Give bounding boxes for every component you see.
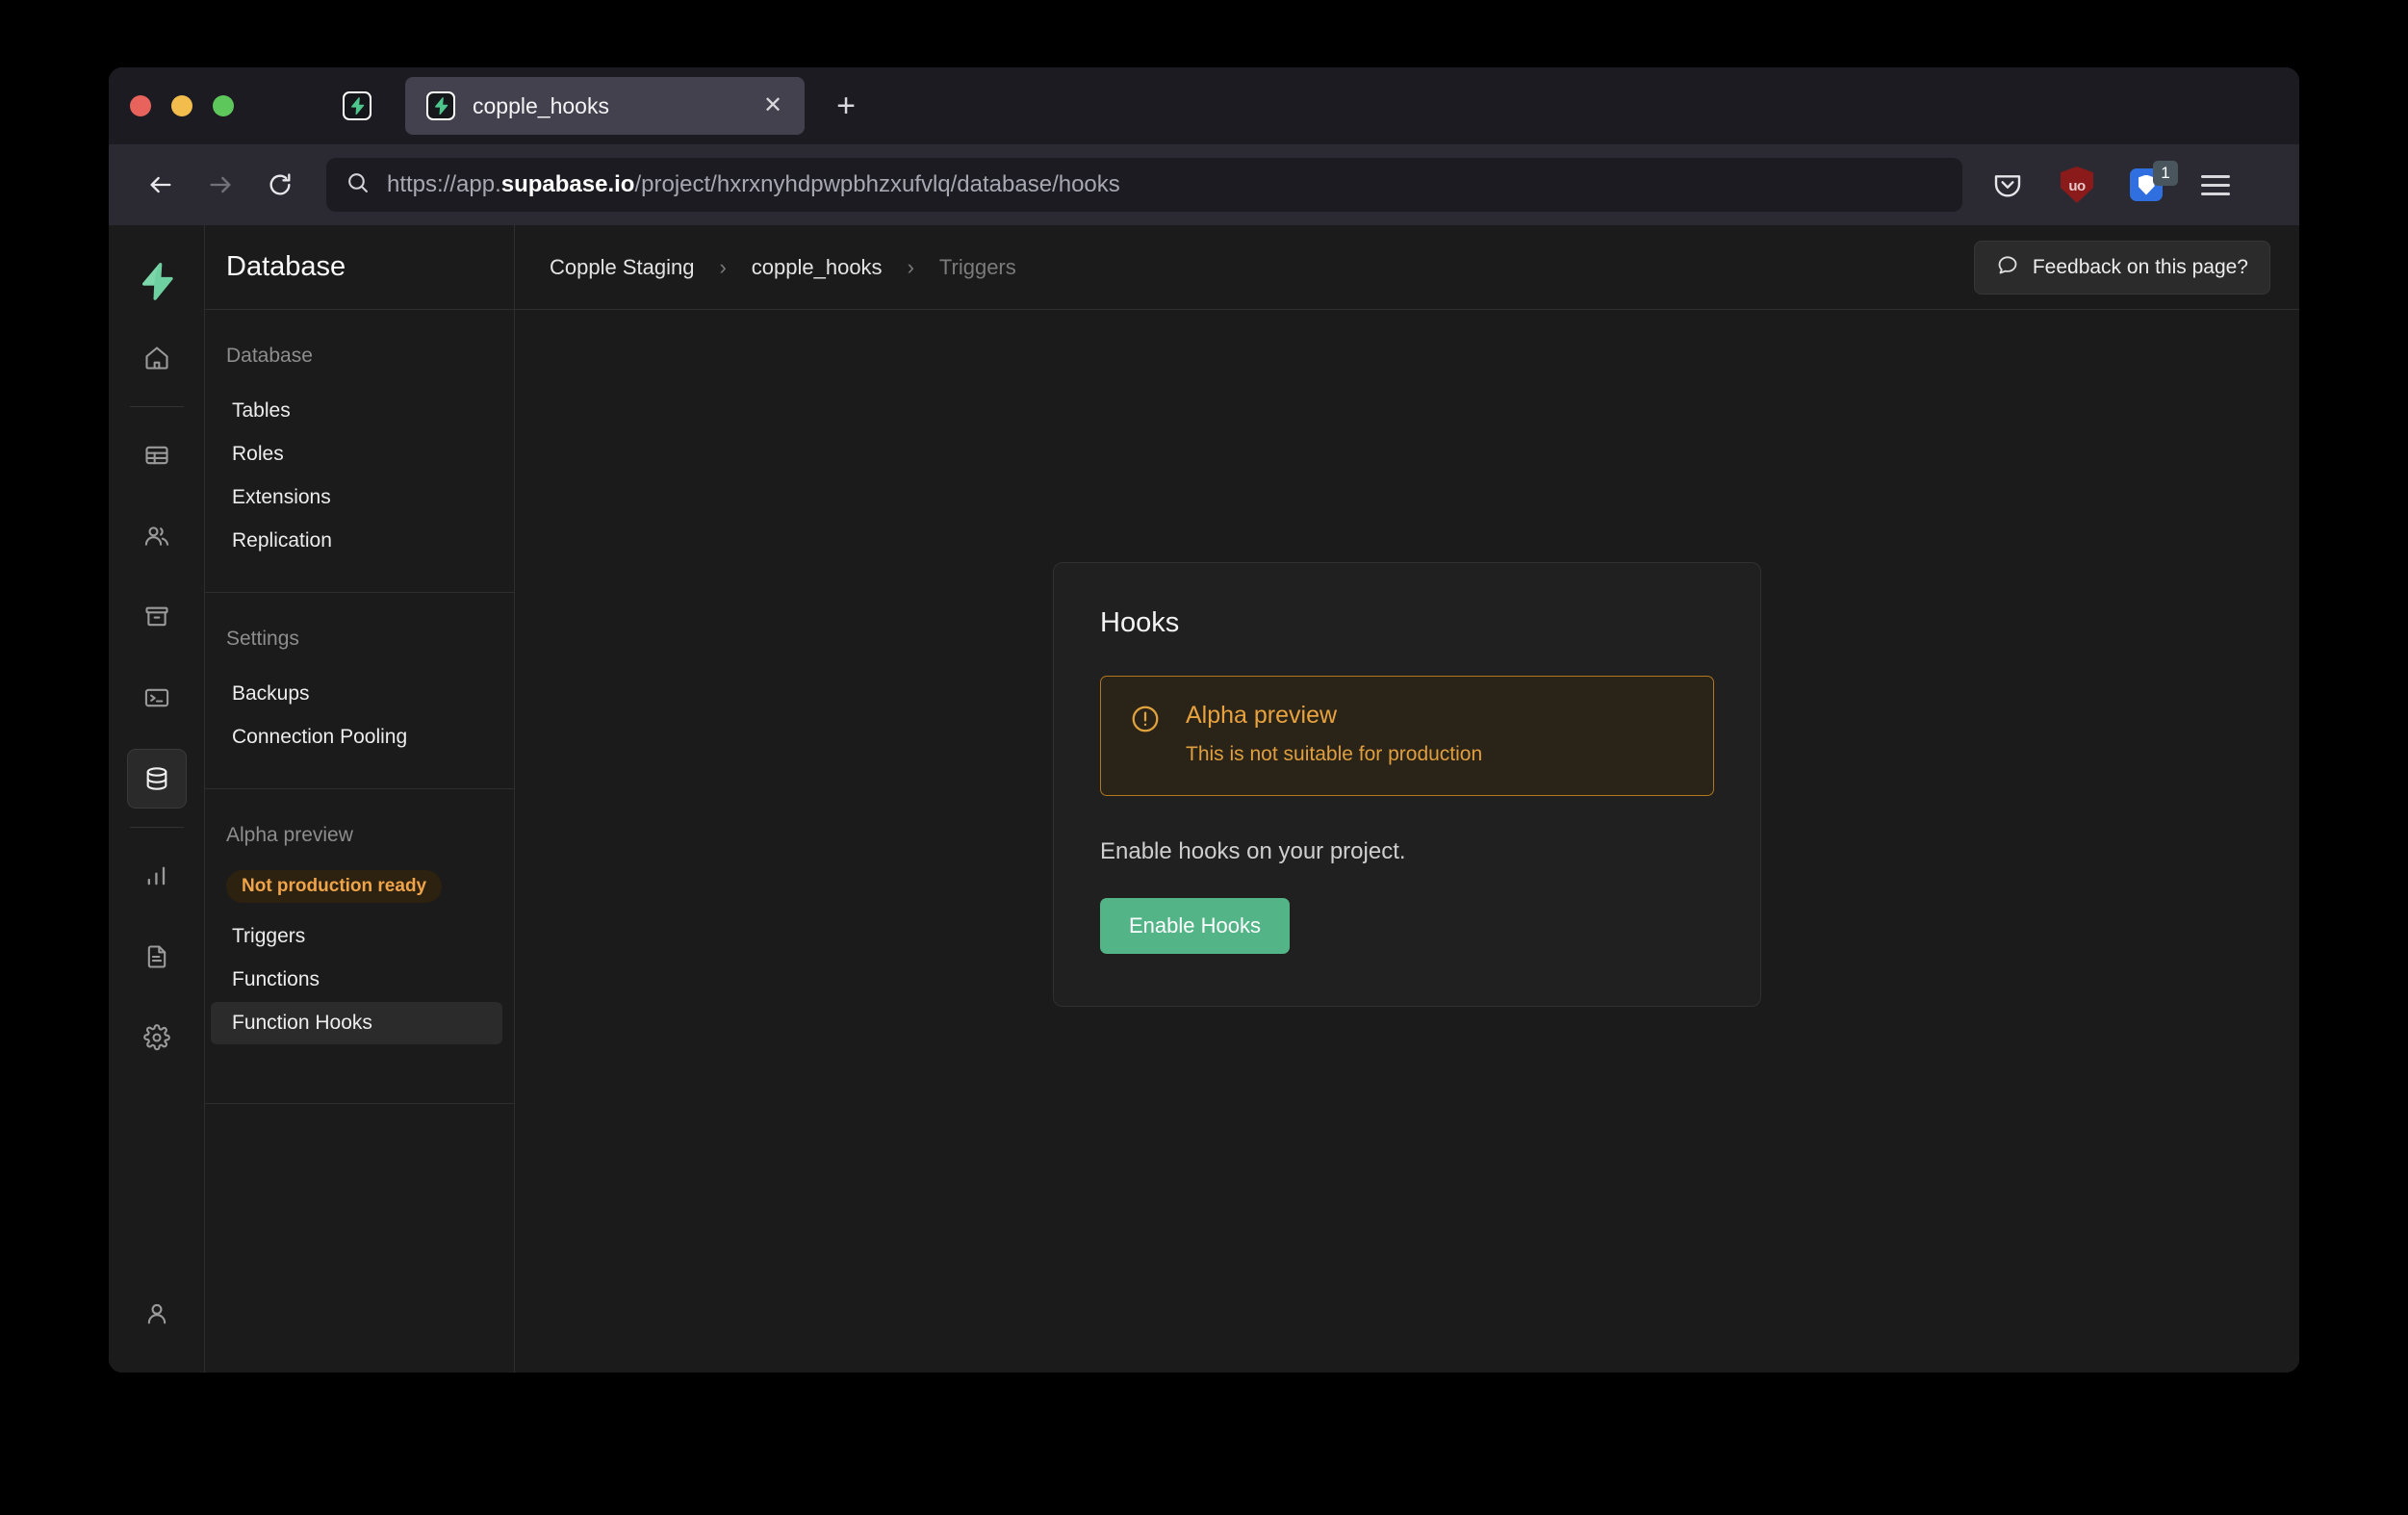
reload-button[interactable] xyxy=(255,160,305,210)
sidebar-item-backups[interactable]: Backups xyxy=(211,673,502,715)
secondary-nav: Database Database Tables Roles Extension… xyxy=(205,225,515,1373)
hooks-card: Hooks Alpha preview This is not suitable… xyxy=(1053,562,1761,1007)
alert-circle-icon xyxy=(1130,702,1161,766)
ublock-origin-icon[interactable]: uo xyxy=(2055,163,2099,207)
card-title: Hooks xyxy=(1100,607,1180,638)
sidebar-item-authentication[interactable] xyxy=(127,506,187,566)
sidebar-item-table-editor[interactable] xyxy=(127,425,187,485)
secondary-nav-header: Database xyxy=(205,225,514,310)
hamburger-menu-icon[interactable] xyxy=(2193,163,2238,207)
window-controls xyxy=(130,95,234,116)
supabase-bolt-icon xyxy=(426,91,455,120)
nav-group-label: Alpha preview xyxy=(226,824,353,846)
sidebar-item-logs[interactable] xyxy=(127,927,187,987)
page-title: Database xyxy=(226,251,346,282)
sidebar-item-account[interactable] xyxy=(127,1284,187,1344)
address-bar[interactable]: https://app.supabase.io/project/hxrxnyhd… xyxy=(326,158,1962,212)
close-tab-button[interactable]: ✕ xyxy=(758,91,787,120)
feedback-button-label: Feedback on this page? xyxy=(2032,255,2248,278)
sidebar-item-extensions[interactable]: Extensions xyxy=(211,476,502,519)
search-icon xyxy=(346,170,370,199)
browser-toolbar-icons: uo 1 xyxy=(1985,161,2238,207)
nav-group-label: Database xyxy=(226,345,313,367)
supabase-logo[interactable] xyxy=(109,244,204,318)
content-header: Copple Staging › copple_hooks › Triggers… xyxy=(515,225,2299,310)
extension-badge: 1 xyxy=(2153,161,2178,186)
forward-button[interactable] xyxy=(195,160,245,210)
breadcrumb-item-database[interactable]: copple_hooks xyxy=(752,255,883,280)
sidebar-item-triggers[interactable]: Triggers xyxy=(211,915,502,958)
feedback-button[interactable]: Feedback on this page? xyxy=(1973,240,2270,295)
shield-extension-icon[interactable]: 1 xyxy=(2124,161,2178,207)
browser-tab-copple-hooks[interactable]: copple_hooks ✕ xyxy=(405,77,805,135)
status-badge: Not production ready xyxy=(226,870,443,903)
breadcrumb: Copple Staging › copple_hooks › Triggers xyxy=(550,255,1016,280)
chevron-right-icon: › xyxy=(719,254,727,279)
alert-title: Alpha preview xyxy=(1186,702,1338,729)
sidebar-item-roles[interactable]: Roles xyxy=(211,433,502,475)
rail-divider xyxy=(129,827,184,828)
pinned-tab[interactable] xyxy=(330,79,384,133)
browser-nav-bar: https://app.supabase.io/project/hxrxnyhd… xyxy=(109,144,2299,225)
main-content: Copple Staging › copple_hooks › Triggers… xyxy=(515,225,2299,1373)
sidebar-item-function-hooks[interactable]: Function Hooks xyxy=(211,1002,502,1044)
url-text: https://app.supabase.io/project/hxrxnyhd… xyxy=(387,171,1120,197)
alert-description: This is not suitable for production xyxy=(1186,743,1483,765)
nav-tail xyxy=(205,1104,514,1373)
sidebar-item-database[interactable] xyxy=(126,749,187,809)
new-tab-button[interactable]: + xyxy=(826,86,866,126)
alpha-preview-alert: Alpha preview This is not suitable for p… xyxy=(1100,676,1714,796)
card-description: Enable hooks on your project. xyxy=(1100,838,1406,864)
sidebar-item-storage[interactable] xyxy=(127,587,187,647)
nav-group-settings: Settings Backups Connection Pooling xyxy=(205,593,514,789)
sidebar-item-tables[interactable]: Tables xyxy=(211,390,502,432)
browser-window: copple_hooks ✕ + https://app.supabase.io… xyxy=(109,67,2299,1373)
sidebar-item-functions[interactable]: Functions xyxy=(211,959,502,1001)
tab-title: copple_hooks xyxy=(473,92,609,118)
tab-strip: copple_hooks ✕ + xyxy=(109,67,2299,144)
breadcrumb-item-project[interactable]: Copple Staging xyxy=(550,255,694,280)
close-window-button[interactable] xyxy=(130,95,151,116)
supabase-bolt-icon xyxy=(343,91,371,120)
minimize-window-button[interactable] xyxy=(171,95,192,116)
maximize-window-button[interactable] xyxy=(213,95,234,116)
sidebar-item-settings[interactable] xyxy=(127,1008,187,1067)
sidebar-item-home[interactable] xyxy=(127,328,187,388)
supabase-app: Database Database Tables Roles Extension… xyxy=(109,225,2299,1373)
breadcrumb-item-current: Triggers xyxy=(938,254,1016,279)
rail-divider xyxy=(129,406,184,407)
primary-icon-rail xyxy=(109,225,205,1373)
back-button[interactable] xyxy=(136,160,186,210)
chat-bubble-icon xyxy=(1996,253,2019,282)
chevron-right-icon: › xyxy=(907,254,914,279)
enable-hooks-button[interactable]: Enable Hooks xyxy=(1100,898,1290,954)
sidebar-item-replication[interactable]: Replication xyxy=(211,520,502,562)
content-body: Hooks Alpha preview This is not suitable… xyxy=(515,310,2299,1373)
nav-group-alpha-preview: Alpha preview Not production ready Trigg… xyxy=(205,789,514,1104)
ublock-label: uo xyxy=(2068,177,2086,194)
sidebar-item-sql-editor[interactable] xyxy=(127,668,187,728)
sidebar-item-connection-pooling[interactable]: Connection Pooling xyxy=(211,716,502,758)
nav-group-database: Database Tables Roles Extensions Replica… xyxy=(205,310,514,593)
pocket-icon[interactable] xyxy=(1985,163,2030,207)
shield-glyph xyxy=(2138,174,2155,195)
nav-group-label: Settings xyxy=(226,628,299,650)
sidebar-item-reports[interactable] xyxy=(127,846,187,906)
